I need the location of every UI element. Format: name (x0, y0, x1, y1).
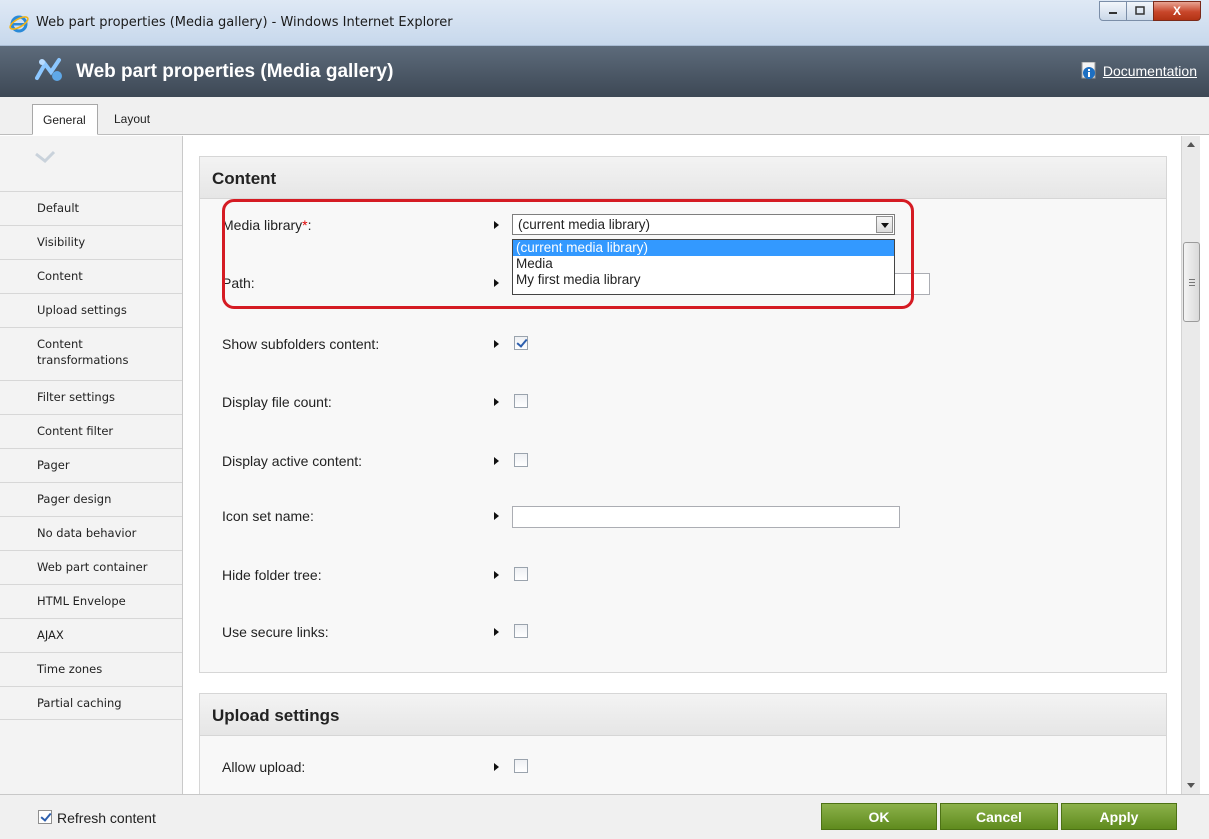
content-section-title: Content (200, 157, 1166, 199)
icon-set-name-row: Icon set name: (222, 505, 922, 528)
close-button[interactable]: X (1153, 1, 1201, 21)
row-arrow-icon (494, 763, 499, 771)
allow-upload-checkbox[interactable] (514, 759, 528, 773)
refresh-content-checkbox[interactable] (38, 810, 52, 824)
window-titlebar: Web part properties (Media gallery) - Wi… (0, 0, 1209, 46)
scroll-up-icon[interactable] (1187, 142, 1195, 147)
upload-settings-section: Upload settings (199, 693, 1167, 794)
tab-layout[interactable]: Layout (104, 104, 160, 135)
ok-button[interactable]: OK (821, 803, 937, 830)
properties-panel: Content Media library*: (current media l… (184, 136, 1181, 794)
display-active-content-label: Display active content: (222, 453, 363, 469)
display-active-content-checkbox[interactable] (514, 453, 528, 467)
sidebar-item-content-transformations[interactable]: Content transformations (0, 327, 182, 380)
minimize-button[interactable] (1099, 1, 1127, 21)
hide-folder-tree-checkbox[interactable] (514, 567, 528, 581)
sidebar-item-filter-settings[interactable]: Filter settings (0, 380, 182, 414)
info-document-icon (1081, 62, 1096, 79)
sidebar-item-time-zones[interactable]: Time zones (0, 652, 182, 686)
hide-folder-tree-row: Hide folder tree: (222, 564, 922, 586)
vertical-scrollbar[interactable] (1181, 136, 1200, 794)
minimize-icon (1109, 12, 1117, 14)
sidebar-item-visibility[interactable]: Visibility (0, 225, 182, 259)
row-arrow-icon (494, 457, 499, 465)
use-secure-links-row: Use secure links: (222, 621, 922, 643)
icon-set-name-label: Icon set name: (222, 508, 314, 524)
dialog-footer: Refresh content OK Cancel Apply (0, 794, 1209, 839)
use-secure-links-checkbox[interactable] (514, 624, 528, 638)
sidebar-item-content[interactable]: Content (0, 259, 182, 293)
scroll-down-icon[interactable] (1187, 783, 1195, 788)
row-arrow-icon (494, 628, 499, 636)
window-controls: X (1099, 1, 1201, 21)
sidebar-list: Default Visibility Content Upload settin… (0, 191, 182, 720)
hide-folder-tree-label: Hide folder tree: (222, 567, 322, 583)
allow-upload-row: Allow upload: (222, 756, 922, 778)
sidebar-item-upload-settings[interactable]: Upload settings (0, 293, 182, 327)
display-file-count-label: Display file count: (222, 394, 332, 410)
tab-bar: General Layout (0, 97, 1209, 135)
internet-explorer-icon (9, 15, 29, 33)
dialog-header: Web part properties (Media gallery) Docu… (0, 46, 1209, 97)
use-secure-links-label: Use secure links: (222, 624, 329, 640)
sidebar: Default Visibility Content Upload settin… (0, 136, 183, 794)
sidebar-item-no-data-behavior[interactable]: No data behavior (0, 516, 182, 550)
sidebar-item-partial-caching[interactable]: Partial caching (0, 686, 182, 720)
icon-set-name-input[interactable] (512, 506, 900, 528)
cancel-button[interactable]: Cancel (940, 803, 1058, 830)
display-active-content-row: Display active content: (222, 450, 922, 472)
allow-upload-label: Allow upload: (222, 759, 306, 775)
maximize-button[interactable] (1126, 1, 1154, 21)
maximize-icon (1135, 6, 1145, 15)
row-arrow-icon (494, 571, 499, 579)
window-title: Web part properties (Media gallery) - Wi… (36, 15, 453, 30)
upload-settings-title: Upload settings (200, 694, 1166, 736)
sidebar-item-content-filter[interactable]: Content filter (0, 414, 182, 448)
refresh-content-label: Refresh content (57, 810, 156, 826)
sidebar-item-web-part-container[interactable]: Web part container (0, 550, 182, 584)
tab-general[interactable]: General (32, 104, 98, 135)
show-subfolders-row: Show subfolders content: (222, 333, 922, 355)
documentation-label: Documentation (1102, 63, 1197, 79)
row-arrow-icon (494, 340, 499, 348)
documentation-link[interactable]: Documentation (1081, 62, 1197, 80)
display-file-count-row: Display file count: (222, 391, 922, 413)
close-icon: X (1172, 4, 1181, 18)
grip-icon (1189, 279, 1195, 286)
sidebar-item-ajax[interactable]: AJAX (0, 618, 182, 652)
sidebar-item-pager-design[interactable]: Pager design (0, 482, 182, 516)
web-part-icon (35, 58, 62, 81)
scrollbar-thumb[interactable] (1183, 242, 1200, 322)
show-subfolders-label: Show subfolders content: (222, 336, 380, 352)
row-arrow-icon (494, 398, 499, 406)
apply-button[interactable]: Apply (1061, 803, 1177, 830)
display-file-count-checkbox[interactable] (514, 394, 528, 408)
highlight-outline (222, 199, 914, 309)
sidebar-item-label: Content transformations (37, 337, 129, 367)
show-subfolders-checkbox[interactable] (514, 336, 528, 350)
row-arrow-icon (494, 512, 499, 520)
collapse-chevron-icon[interactable] (34, 150, 56, 164)
sidebar-item-pager[interactable]: Pager (0, 448, 182, 482)
page-title: Web part properties (Media gallery) (76, 61, 394, 82)
sidebar-item-default[interactable]: Default (0, 191, 182, 225)
sidebar-item-html-envelope[interactable]: HTML Envelope (0, 584, 182, 618)
